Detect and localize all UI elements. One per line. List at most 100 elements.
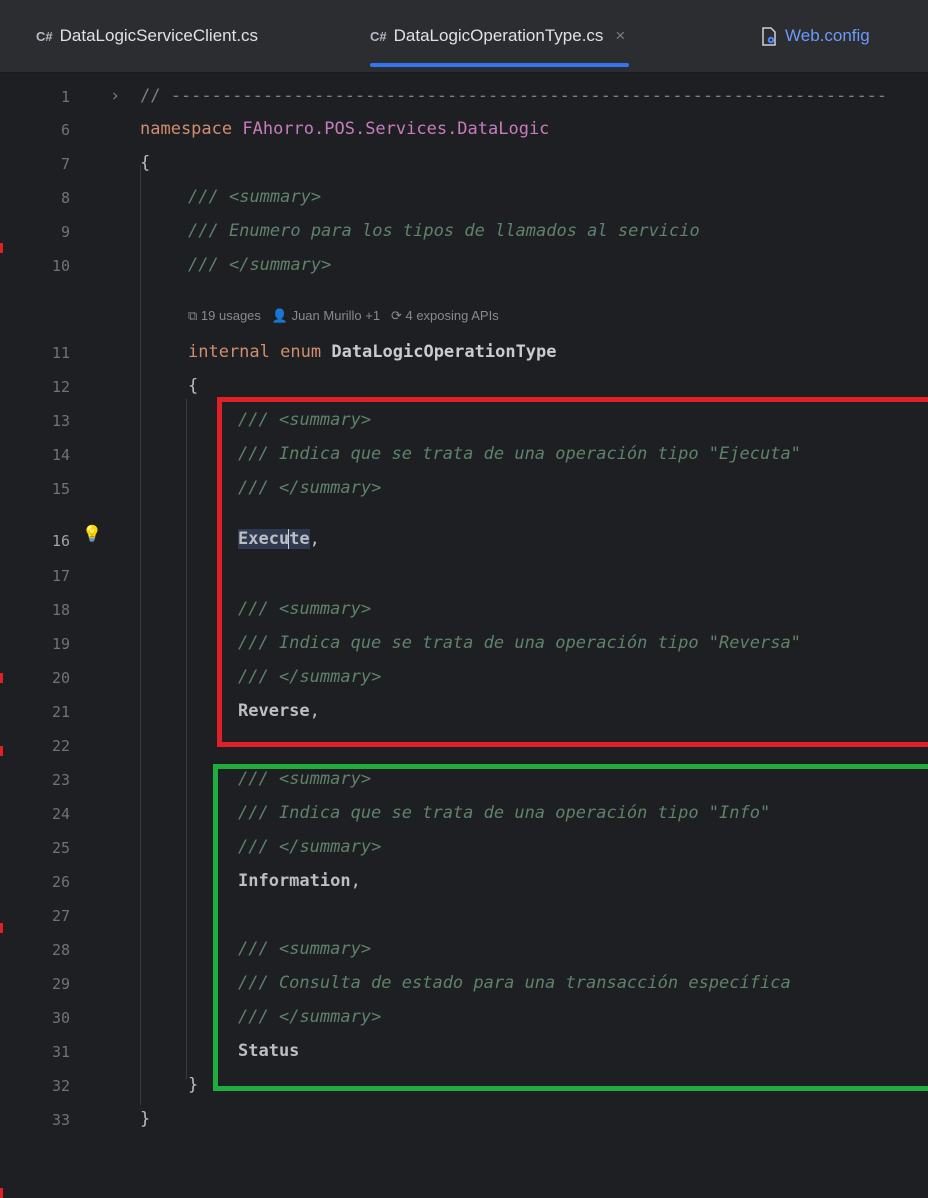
line-number: 10 xyxy=(51,257,70,275)
line-number: 7 xyxy=(60,155,70,173)
code-editor[interactable]: 1 › 6 7 8 9 10 11 12 13 14 15 16 💡 17 18… xyxy=(0,73,928,1198)
author-icon: 👤 xyxy=(271,308,288,323)
line-number: 27 xyxy=(51,907,70,925)
enum-name: DataLogicOperationType xyxy=(331,342,557,362)
tab-datalogicoperationtype[interactable]: C# DataLogicOperationType.cs × xyxy=(370,0,630,72)
doc-comment-line: /// </summary> xyxy=(238,478,381,498)
line-number: 11 xyxy=(51,344,70,362)
line-number: 9 xyxy=(60,223,70,241)
line-number: 13 xyxy=(51,412,70,430)
line-number: 31 xyxy=(51,1043,70,1061)
member-text: Status xyxy=(238,1041,300,1061)
doc-comment-line: /// Indica que se trata de una operación… xyxy=(238,803,771,823)
doc-comment-line: /// <summary> xyxy=(188,187,321,207)
namespace-line: namespace FAhorro.POS.Services.DataLogic xyxy=(140,119,549,139)
code-vision-hints: ⧉ 19 usages 👤 Juan Murillo +1 ⟳ 4 exposi… xyxy=(188,308,499,324)
line-number: 32 xyxy=(51,1077,70,1095)
line-number: 25 xyxy=(51,839,70,857)
namespace-name: FAhorro.POS.Services.DataLogic xyxy=(242,119,550,139)
comma: , xyxy=(309,701,320,721)
doc-comment-line: /// Enumero para los tipos de llamados a… xyxy=(188,221,700,241)
lightbulb-icon[interactable]: 💡 xyxy=(82,524,102,543)
enum-member-status[interactable]: Status xyxy=(238,1041,299,1061)
line-number: 33 xyxy=(51,1111,70,1129)
tab-datalogicserviceclient[interactable]: C# DataLogicServiceClient.cs xyxy=(36,0,258,72)
csharp-file-icon: C# xyxy=(36,28,53,44)
api-icon: ⟳ xyxy=(390,308,402,323)
csharp-file-icon: C# xyxy=(370,28,387,44)
line-number: 16 xyxy=(51,532,70,550)
author-hint[interactable]: Juan Murillo +1 xyxy=(292,308,381,323)
usages-hint[interactable]: 19 usages xyxy=(201,308,261,323)
doc-comment-line: /// Consulta de estado para una transacc… xyxy=(238,973,791,993)
line-number: 24 xyxy=(51,805,70,823)
namespace-keyword: namespace xyxy=(140,119,233,139)
enum-keyword: enum xyxy=(280,342,322,362)
line-number: 14 xyxy=(51,446,70,464)
line-number: 22 xyxy=(51,737,70,755)
enum-member-execute[interactable]: Execute, xyxy=(238,529,320,549)
summary-tag: <summary> xyxy=(228,187,322,207)
tab-label: Web.config xyxy=(785,26,870,45)
line-number: 30 xyxy=(51,1009,70,1027)
line-number: 23 xyxy=(51,771,70,789)
tab-label: DataLogicServiceClient.cs xyxy=(59,26,259,45)
doc-prefix: /// xyxy=(238,1007,269,1027)
line-number: 17 xyxy=(51,567,70,585)
line-number: 12 xyxy=(51,378,70,396)
tab-label: DataLogicOperationType.cs xyxy=(393,26,604,45)
line-number: 28 xyxy=(51,941,70,959)
doc-comment-line: /// <summary> xyxy=(238,410,371,430)
editor-tab-bar: C# DataLogicServiceClient.cs C# DataLogi… xyxy=(0,0,928,73)
doc-comment-line: /// </summary> xyxy=(238,837,381,857)
doc-comment-line: /// </summary> xyxy=(238,1007,381,1027)
summary-tag: </summary> xyxy=(228,255,332,275)
line-number: 15 xyxy=(51,480,70,498)
summary-tag: </summary> xyxy=(278,667,382,687)
member-text: Reverse xyxy=(238,701,310,721)
doc-comment-line: /// </summary> xyxy=(238,667,381,687)
doc-comment-line: /// Indica que se trata de una operación… xyxy=(238,633,801,653)
config-file-icon xyxy=(760,26,777,46)
summary-tag: </summary> xyxy=(278,837,382,857)
enum-close-brace: } xyxy=(188,1075,199,1095)
summary-tag: <summary> xyxy=(278,939,372,959)
doc-comment-line: /// <summary> xyxy=(238,939,371,959)
doc-comment-line: /// <summary> xyxy=(238,769,371,789)
line-number: 21 xyxy=(51,703,70,721)
doc-prefix: /// xyxy=(238,939,269,959)
line-number: 8 xyxy=(60,189,70,207)
comma: , xyxy=(350,871,361,891)
indent-guide xyxy=(140,165,141,1105)
doc-prefix: /// xyxy=(238,410,269,430)
line-number: 19 xyxy=(51,635,70,653)
doc-prefix: /// xyxy=(238,667,269,687)
line-number: 29 xyxy=(51,975,70,993)
enum-open-brace: { xyxy=(188,376,199,396)
apis-hint[interactable]: 4 exposing APIs xyxy=(405,308,498,323)
doc-comment-line: /// Indica que se trata de una operación… xyxy=(238,444,801,464)
member-text: te xyxy=(289,529,310,549)
summary-tag: <summary> xyxy=(278,769,372,789)
folded-header-comment[interactable]: // -------------------------------------… xyxy=(140,86,887,106)
line-number: 20 xyxy=(51,669,70,687)
indent-guide xyxy=(186,399,187,1079)
namespace-open-brace: { xyxy=(140,153,151,173)
namespace-close-brace: } xyxy=(140,1109,151,1129)
line-number: 1 xyxy=(60,88,70,106)
line-number: 18 xyxy=(51,601,70,619)
close-tab-button[interactable]: × xyxy=(615,26,625,46)
doc-prefix: /// xyxy=(188,255,219,275)
fold-chevron-icon[interactable]: › xyxy=(110,86,120,106)
doc-comment-line: /// <summary> xyxy=(238,599,371,619)
enum-member-reverse[interactable]: Reverse, xyxy=(238,701,320,721)
doc-prefix: /// xyxy=(238,837,269,857)
tab-web-config[interactable]: Web.config xyxy=(760,0,870,72)
summary-tag: </summary> xyxy=(278,1007,382,1027)
doc-prefix: /// xyxy=(238,599,269,619)
enum-member-information[interactable]: Information, xyxy=(238,871,361,891)
line-number: 6 xyxy=(60,121,70,139)
doc-prefix: /// xyxy=(238,769,269,789)
line-number-gutter: 1 › 6 7 8 9 10 11 12 13 14 15 16 💡 17 18… xyxy=(0,73,130,1198)
internal-keyword: internal xyxy=(188,342,270,362)
